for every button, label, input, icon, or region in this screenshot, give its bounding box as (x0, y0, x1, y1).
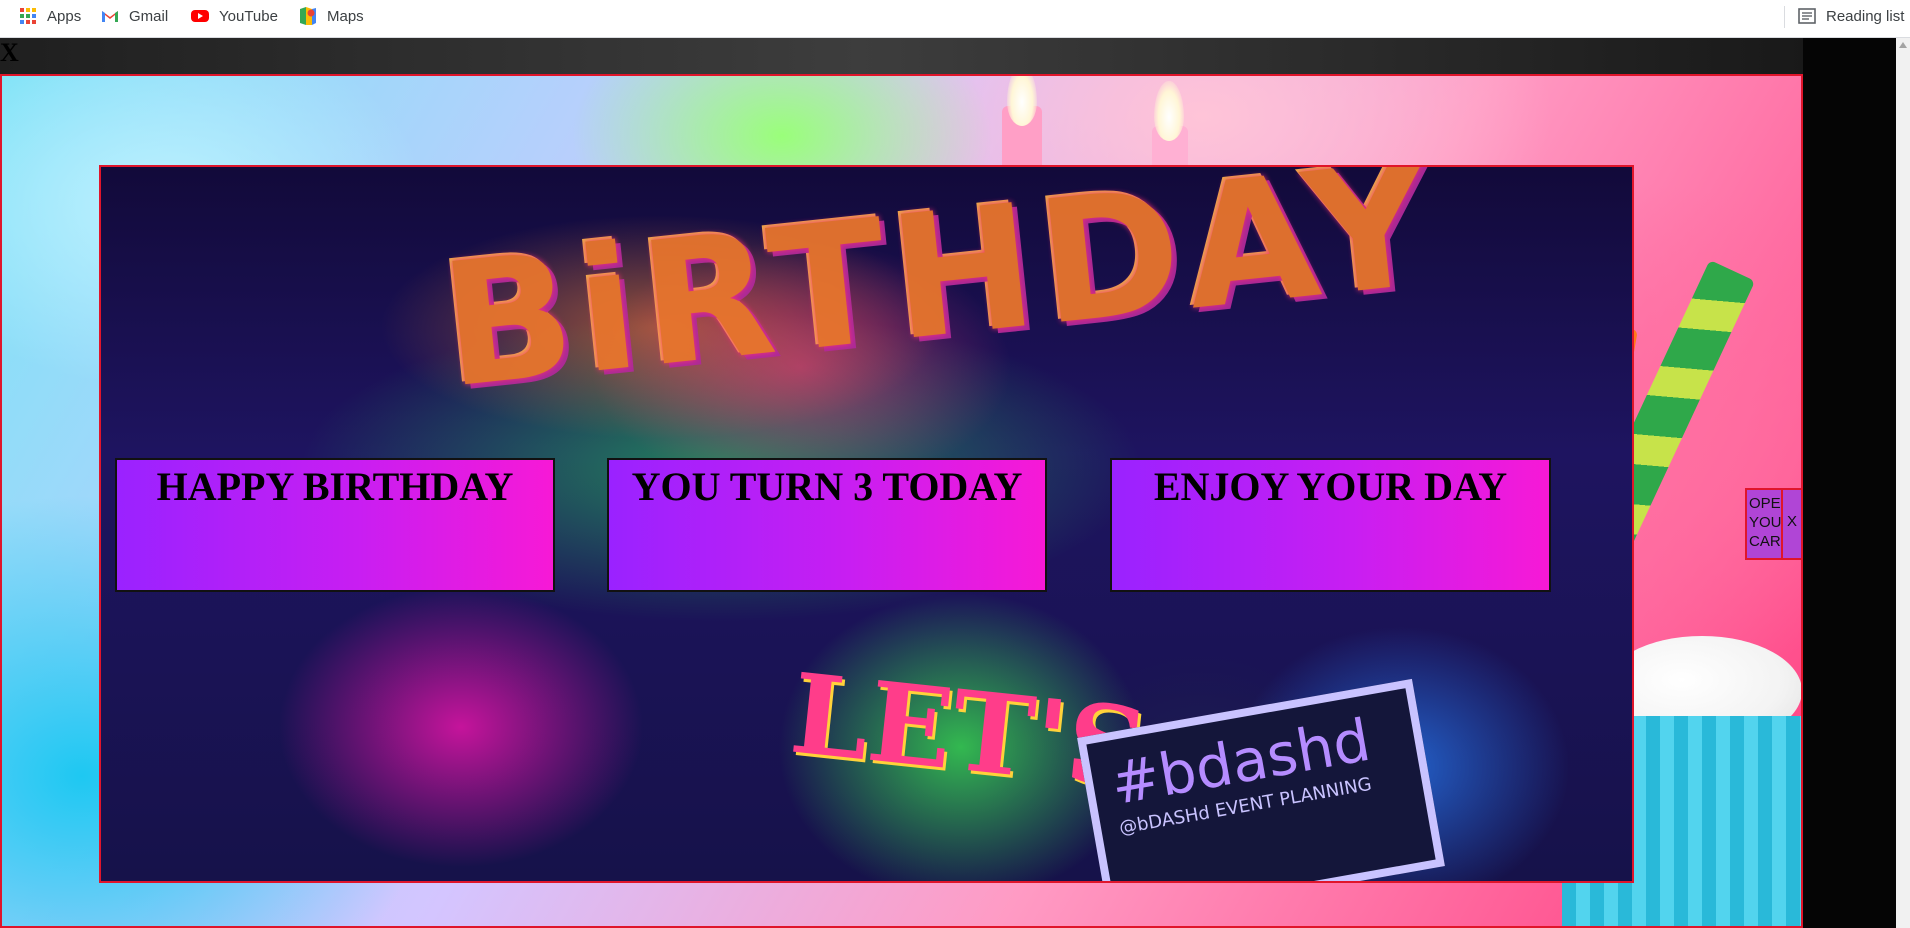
bookmark-gmail-label: Gmail (129, 7, 169, 25)
bookmark-maps-label: Maps (327, 7, 364, 25)
maps-icon (300, 7, 316, 25)
open-card-widget: OPE YOU CAR X (1745, 488, 1803, 560)
candle-flame-decoration (1154, 81, 1184, 141)
bookmark-gmail[interactable]: Gmail (100, 0, 168, 32)
bookmark-youtube-label: YouTube (219, 7, 278, 25)
close-widget-button[interactable]: X (1783, 488, 1803, 560)
youtube-icon (191, 10, 209, 22)
bookmark-maps[interactable]: Maps (298, 0, 364, 32)
scrollbar[interactable] (1896, 38, 1910, 928)
message-age: YOU TURN 3 TODAY (607, 458, 1047, 592)
reading-list-label: Reading list (1826, 7, 1905, 25)
graffiti-birthday-text: BiRTHDAY (433, 165, 1446, 427)
open-card-button[interactable]: OPE YOU CAR (1745, 488, 1783, 560)
page-right-margin (1803, 38, 1910, 928)
bookmarks-bar: Apps Gmail YouTube Maps Reading list (0, 0, 1910, 38)
bookmark-youtube[interactable]: YouTube (190, 0, 278, 32)
reading-list-button[interactable]: Reading list (1797, 0, 1904, 32)
message-happy-birthday: HAPPY BIRTHDAY (115, 458, 555, 592)
message-enjoy-day: ENJOY YOUR DAY (1110, 458, 1551, 592)
bookmarks-divider (1784, 6, 1785, 28)
bookmark-apps[interactable]: Apps (18, 0, 81, 32)
reading-list-icon (1798, 8, 1816, 24)
bookmark-apps-label: Apps (47, 7, 82, 25)
candle-flame-decoration (1007, 76, 1037, 126)
scroll-up-arrow-icon[interactable] (1899, 42, 1907, 48)
page-close-button[interactable]: X (0, 40, 19, 66)
gmail-icon (102, 11, 118, 22)
apps-grid-icon (20, 8, 36, 24)
